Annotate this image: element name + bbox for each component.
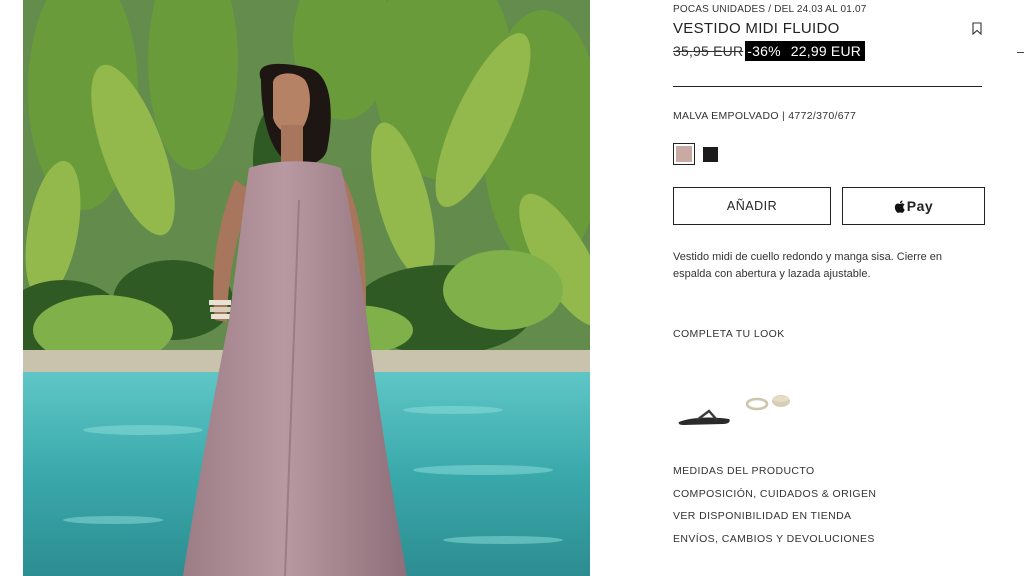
bracelets-thumbnail[interactable]	[745, 392, 795, 412]
link-composition-care-origin[interactable]: COMPOSICIÓN, CUIDADOS & ORIGEN	[673, 486, 876, 509]
swatch-color-fill	[676, 146, 692, 162]
product-title: VESTIDO MIDI FLUIDO	[673, 20, 840, 37]
complete-look-title: COMPLETA TU LOOK	[673, 328, 785, 340]
sale-price: 22,99 EUR	[790, 43, 862, 59]
panel-edge-marker	[1017, 52, 1024, 53]
product-image[interactable]	[23, 0, 590, 576]
add-to-cart-button[interactable]: AÑADIR	[673, 187, 831, 225]
discount-percent: -36%	[747, 43, 781, 59]
sandal-thumbnail[interactable]	[677, 402, 733, 428]
original-price: 35,95 EUR	[673, 43, 744, 59]
link-shipping-returns[interactable]: ENVÍOS, CAMBIOS Y DEVOLUCIONES	[673, 531, 876, 554]
product-description: Vestido midi de cuello redondo y manga s…	[673, 251, 943, 280]
divider	[673, 86, 982, 87]
product-info-panel: POCAS UNIDADES / DEL 24.03 AL 01.07 VEST…	[673, 0, 1024, 576]
apple-pay-label: Pay	[906, 198, 934, 214]
price-row: 35,95 EUR -36% 22,99 EUR	[673, 40, 866, 62]
complete-look-items	[673, 388, 813, 428]
stock-notice: POCAS UNIDADES / DEL 24.03 AL 01.07	[673, 4, 867, 15]
swatch-negro[interactable]	[703, 146, 718, 162]
apple-logo-icon	[894, 200, 905, 213]
color-swatches	[673, 143, 718, 165]
apple-pay-button[interactable]: Pay	[842, 187, 985, 225]
sale-price-badge: -36% 22,99 EUR	[745, 41, 866, 61]
link-product-measurements[interactable]: MEDIDAS DEL PRODUCTO	[673, 463, 876, 486]
link-store-availability[interactable]: VER DISPONIBILIDAD EN TIENDA	[673, 508, 876, 531]
info-links: MEDIDAS DEL PRODUCTO COMPOSICIÓN, CUIDAD…	[673, 463, 876, 553]
swatch-malva-empolvado[interactable]	[673, 143, 695, 165]
color-reference: MALVA EMPOLVADO | 4772/370/677	[673, 110, 857, 122]
bookmark-icon[interactable]	[972, 22, 982, 35]
